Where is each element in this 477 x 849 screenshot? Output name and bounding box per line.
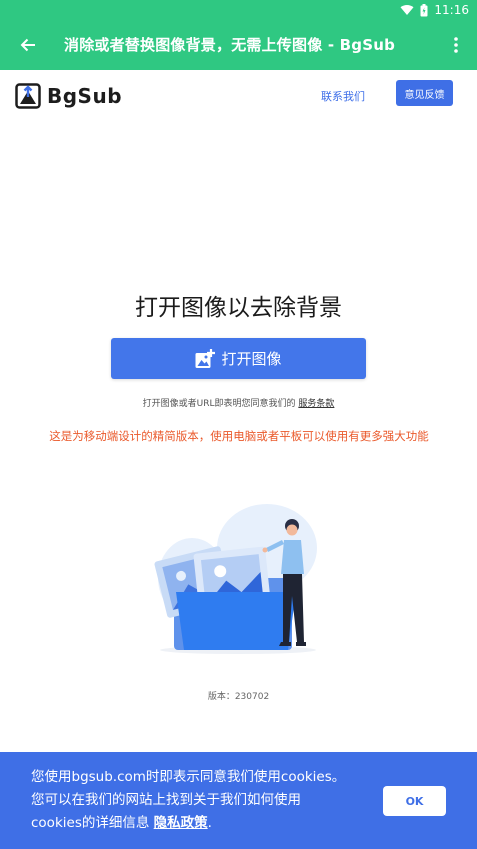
app-bar: 消除或者替换图像背景，无需上传图像 - BgSub <box>0 20 477 70</box>
back-arrow-icon <box>20 38 35 52</box>
terms-line: 打开图像或者URL即表明您同意我们的 服务条款 <box>0 396 477 409</box>
open-image-button[interactable]: 打开图像 <box>111 338 366 379</box>
terms-prefix: 打开图像或者URL即表明您同意我们的 <box>142 399 296 409</box>
logo-text: BgSub <box>47 84 123 108</box>
wifi-icon <box>400 4 414 16</box>
back-button[interactable] <box>14 32 42 58</box>
terms-of-service-link[interactable]: 服务条款 <box>298 399 334 409</box>
logo[interactable]: BgSub <box>15 83 122 109</box>
app-title: 消除或者替换图像背景，无需上传图像 - BgSub <box>64 36 396 54</box>
site-header: BgSub 联系我们 意见反馈 <box>0 70 477 122</box>
mobile-version-note: 这是为移动端设计的精简版本，使用电脑或者平板可以使用有更多强大功能 <box>49 429 429 443</box>
contact-us-link[interactable]: 联系我们 <box>321 88 365 104</box>
more-options-button[interactable] <box>447 33 465 57</box>
open-image-label: 打开图像 <box>221 350 282 368</box>
page-title: 打开图像以去除背景 <box>135 295 342 321</box>
status-icons: 11:16 <box>400 2 469 18</box>
status-bar: 11:16 <box>0 0 477 20</box>
more-vert-icon <box>454 37 458 53</box>
cookie-suffix: . <box>207 815 212 831</box>
add-image-icon <box>195 348 216 368</box>
cookie-banner: 您使用bgsub.com时即表示同意我们使用cookies。您可以在我们的网站上… <box>0 752 477 849</box>
version-label: 版本：230702 <box>207 692 270 702</box>
cookie-ok-button[interactable]: OK <box>383 786 446 816</box>
logo-icon <box>15 83 41 109</box>
feedback-button[interactable]: 意见反馈 <box>396 80 453 106</box>
battery-icon <box>420 3 428 17</box>
cookie-notice: 您使用bgsub.com时即表示同意我们使用cookies。您可以在我们的网站上… <box>31 766 351 835</box>
status-time: 11:16 <box>434 3 469 17</box>
privacy-policy-link[interactable]: 隐私政策 <box>154 815 208 831</box>
folder-illustration <box>154 504 317 654</box>
